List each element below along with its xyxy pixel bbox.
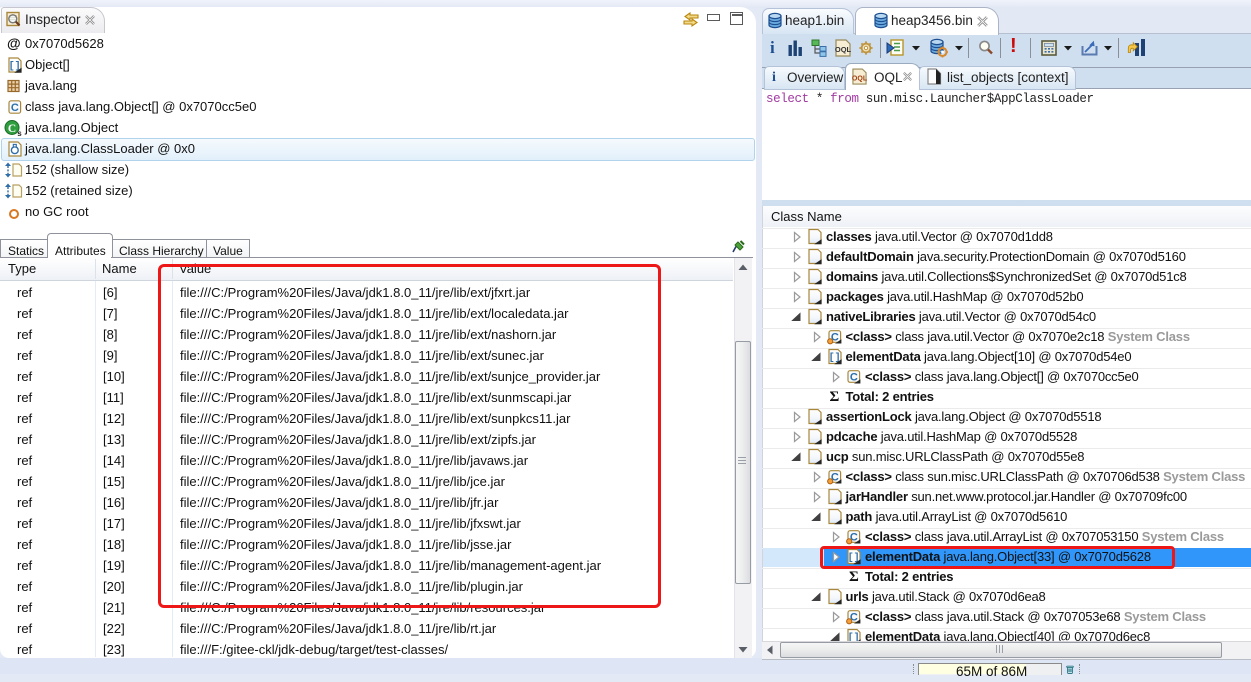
svg-text:OQL: OQL bbox=[852, 75, 868, 82]
svg-text:C: C bbox=[11, 102, 19, 114]
svg-text:C: C bbox=[8, 123, 16, 135]
svg-text:s: s bbox=[17, 129, 22, 138]
svg-text:OQL: OQL bbox=[835, 45, 852, 54]
